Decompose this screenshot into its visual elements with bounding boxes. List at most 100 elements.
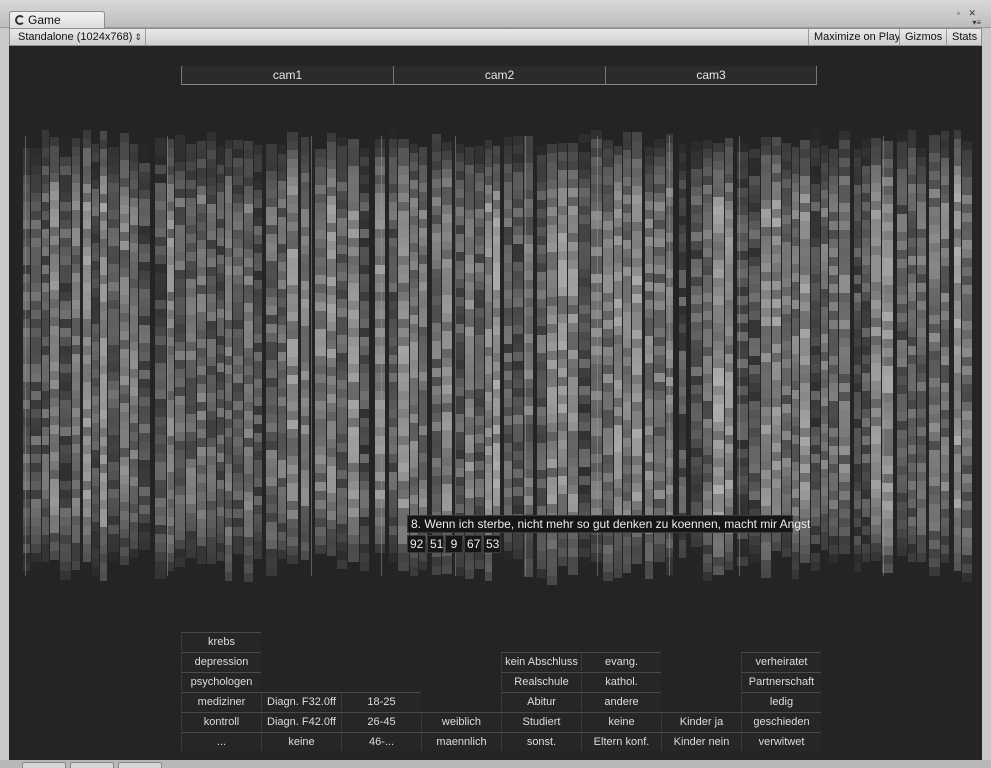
bar-column	[337, 137, 347, 569]
taskbar-item[interactable]	[22, 762, 66, 768]
bar-column	[50, 137, 59, 560]
window-menu-icon[interactable]: ▾≡	[972, 18, 981, 27]
game-tab[interactable]: Game	[9, 11, 105, 29]
dropdown-arrow-icon: ⇕	[134, 32, 142, 42]
filter-age-26-45[interactable]: 26-45	[341, 712, 421, 731]
cam3-button[interactable]: cam3	[605, 66, 817, 85]
filter-religion-andere[interactable]: andere	[581, 692, 661, 711]
filter-religion-keine[interactable]: keine	[581, 712, 661, 731]
filter-education-studiert[interactable]: Studiert	[501, 712, 581, 731]
bar-column	[456, 144, 464, 576]
bar-column	[839, 131, 850, 554]
bar-column	[821, 145, 828, 550]
bar-column	[568, 143, 578, 575]
tab-bar: Game ▫ ✕ ▾≡	[0, 0, 991, 29]
stats-button[interactable]: Stats	[946, 29, 982, 45]
bar-column	[23, 148, 30, 571]
cam2-button[interactable]: cam2	[393, 66, 606, 85]
value-4: 67	[464, 535, 482, 553]
filter-marital-geschieden[interactable]: geschieden	[741, 712, 821, 731]
filter-education-abitur[interactable]: Abitur	[501, 692, 581, 711]
filter-religion-eltern-konf[interactable]: Eltern konf.	[581, 732, 661, 751]
bar-column	[278, 145, 286, 559]
filter-group-kontroll[interactable]: kontroll	[181, 712, 261, 731]
bar-column	[800, 140, 810, 563]
filter-age-18-25[interactable]: 18-25	[341, 692, 421, 711]
filter-marital-ledig[interactable]: ledig	[741, 692, 821, 711]
bar-column	[929, 135, 940, 576]
filter-education-realschule[interactable]: Realschule	[501, 672, 581, 691]
filter-marital-verwitwet[interactable]: verwitwet	[741, 732, 821, 751]
filter-diagnosis-keine[interactable]: keine	[261, 732, 341, 751]
filter-group-depression[interactable]: depression	[181, 652, 261, 671]
filter-gender-weiblich[interactable]: weiblich	[421, 712, 501, 731]
filter-gender-maennlich[interactable]: maennlich	[421, 732, 501, 751]
bar-column	[301, 137, 309, 560]
bar-column	[315, 149, 326, 554]
bar-column	[186, 144, 196, 558]
value-2: 51	[427, 535, 444, 553]
filter-religion-kathol[interactable]: kathol.	[581, 672, 661, 691]
gizmos-button[interactable]: Gizmos	[899, 29, 947, 45]
bar-column	[217, 147, 224, 561]
filter-diagnosis-f42[interactable]: Diagn. F42.0ff	[261, 712, 341, 731]
filter-diagnosis-f32[interactable]: Diagn. F32.0ff	[261, 692, 341, 711]
separator-line	[381, 136, 382, 576]
bar-column	[266, 144, 277, 576]
bar-column	[360, 148, 369, 571]
bar-column	[504, 137, 512, 560]
filter-age-46-plus[interactable]: 46-...	[341, 732, 421, 751]
bar-column	[419, 147, 427, 570]
bar-column	[537, 146, 546, 578]
bar-column	[175, 135, 185, 567]
game-tab-label: Game	[28, 13, 61, 27]
bar-column	[854, 149, 861, 572]
bar-column	[83, 130, 91, 562]
bar-column	[375, 139, 385, 553]
bar-column	[254, 145, 262, 559]
bar-column	[954, 130, 961, 571]
resolution-label: Standalone (1024x768)	[18, 31, 133, 43]
bar-column	[410, 144, 418, 576]
bar-column	[155, 138, 166, 579]
bar-column	[725, 138, 733, 570]
bar-column	[493, 146, 500, 551]
resolution-dropdown[interactable]: Standalone (1024x768) ⇕	[10, 29, 146, 45]
bar-column	[42, 130, 49, 562]
filter-religion-evang[interactable]: evang.	[581, 652, 661, 671]
filter-marital-partnerschaft[interactable]: Partnerschaft	[741, 672, 821, 691]
bar-column	[917, 148, 926, 562]
filter-marital-verheiratet[interactable]: verheiratet	[741, 652, 821, 671]
bar-column	[737, 143, 748, 566]
taskbar-item[interactable]	[70, 762, 114, 768]
separator-line	[167, 136, 168, 576]
bar-column	[772, 137, 781, 551]
bar-column	[713, 143, 724, 575]
bar-column	[962, 141, 972, 582]
bar-column	[623, 132, 631, 573]
bar-column	[108, 147, 119, 561]
bar-column	[167, 139, 174, 571]
filter-group-krebs[interactable]: krebs	[181, 632, 261, 651]
filter-education-sonst[interactable]: sonst.	[501, 732, 581, 751]
maximize-on-play-button[interactable]: Maximize on Play	[808, 29, 905, 45]
bar-column	[614, 146, 622, 578]
bar-column	[811, 130, 820, 571]
filter-group-mediziner[interactable]: mediziner	[181, 692, 261, 711]
bar-column	[897, 133, 907, 556]
filter-group-more[interactable]: ...	[181, 732, 261, 751]
filter-children-ja[interactable]: Kinder ja	[661, 712, 741, 731]
bar-column	[761, 137, 771, 578]
taskbar-item[interactable]	[118, 762, 162, 768]
bar-column	[908, 130, 916, 562]
filter-children-nein[interactable]: Kinder nein	[661, 732, 741, 751]
separator-line	[883, 136, 884, 576]
cam1-button[interactable]: cam1	[181, 66, 394, 85]
filter-education-kein-abschluss[interactable]: kein Abschluss	[501, 652, 581, 671]
bar-column	[829, 149, 838, 563]
filter-group-psychologen[interactable]: psychologen	[181, 672, 261, 691]
editor-window: Game ▫ ✕ ▾≡ Standalone (1024x768) ⇕ Maxi…	[0, 0, 991, 768]
bar-column	[72, 138, 80, 570]
separator-line	[597, 136, 598, 576]
bar-column	[139, 145, 150, 550]
